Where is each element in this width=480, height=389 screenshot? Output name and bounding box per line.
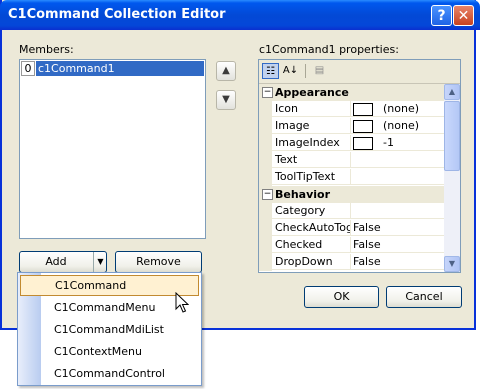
scroll-thumb[interactable]: [444, 101, 460, 171]
property-row[interactable]: Text: [259, 152, 444, 169]
list-item[interactable]: 0 c1Command1: [21, 61, 204, 76]
categorized-icon[interactable]: ☷: [262, 63, 279, 79]
property-name: DropDown: [272, 254, 351, 270]
title-bar[interactable]: C1Command Collection Editor ? ✕: [0, 0, 480, 30]
property-name: Checked: [272, 237, 351, 253]
property-value[interactable]: False: [351, 254, 444, 270]
move-down-icon: ▼: [222, 94, 230, 105]
member-name: c1Command1: [36, 61, 204, 76]
property-row[interactable]: ImageIndex -1: [259, 135, 444, 152]
property-pages-icon[interactable]: ▤: [311, 63, 328, 79]
property-name: Text: [272, 152, 351, 168]
row-gutter: [259, 237, 272, 254]
cursor-icon: [175, 292, 189, 313]
property-name: ToolTipText: [272, 169, 351, 185]
property-row[interactable]: Icon (none): [259, 101, 444, 118]
property-value-text: (none): [383, 119, 420, 132]
menu-item-c1commandmenu[interactable]: C1CommandMenu: [20, 297, 199, 318]
property-value[interactable]: (none): [351, 101, 444, 117]
row-gutter: [259, 203, 272, 220]
move-up-icon: ▲: [222, 65, 230, 76]
image-swatch: [353, 102, 373, 116]
remove-button[interactable]: Remove: [115, 251, 202, 273]
property-row[interactable]: Category: [259, 203, 444, 220]
members-label: Members:: [19, 43, 74, 56]
property-name: CheckAutoToggle: [272, 220, 351, 236]
add-button[interactable]: Add ▼: [19, 251, 107, 273]
property-row[interactable]: DropDown False: [259, 254, 444, 271]
property-value[interactable]: (none): [351, 118, 444, 134]
scroll-down-icon[interactable]: ▼: [444, 256, 460, 272]
property-value-text: False: [353, 238, 381, 251]
property-value[interactable]: [351, 169, 444, 185]
ok-button[interactable]: OK: [304, 286, 379, 308]
property-rows: − Appearance Icon (none) Image (none) ImageInd…: [259, 84, 444, 272]
property-row[interactable]: ToolTipText: [259, 169, 444, 186]
menu-item-c1commandcontrol[interactable]: C1CommandControl: [20, 363, 199, 384]
property-row[interactable]: CheckAutoToggleFalse: [259, 220, 444, 237]
row-gutter: [259, 101, 272, 118]
row-gutter: [259, 118, 272, 135]
category-behavior[interactable]: − Behavior: [259, 186, 444, 203]
property-value[interactable]: [351, 152, 444, 168]
property-value[interactable]: -1: [351, 135, 444, 151]
scroll-up-icon[interactable]: ▲: [444, 84, 460, 100]
menu-item-c1command[interactable]: C1Command: [20, 275, 199, 296]
add-dropdown-menu: C1Command C1CommandMenu C1CommandMdiList…: [17, 272, 202, 386]
member-index: 0: [21, 61, 35, 76]
alphabetical-icon[interactable]: A↓: [282, 63, 299, 79]
row-gutter: [259, 220, 272, 237]
close-icon[interactable]: ✕: [453, 5, 474, 26]
property-name: Category: [272, 203, 351, 219]
row-gutter: [259, 152, 272, 169]
category-title: Appearance: [275, 86, 349, 99]
property-grid[interactable]: ☷ A↓ ▤ − Appearance Icon (none) Image (none) I…: [258, 59, 461, 273]
property-value-text: False: [353, 221, 381, 234]
cancel-button[interactable]: Cancel: [386, 286, 462, 308]
dropdown-arrow-icon[interactable]: ▼: [93, 252, 107, 272]
row-gutter: [259, 169, 272, 186]
add-button-label: Add: [45, 255, 67, 268]
move-down-button[interactable]: ▼: [216, 90, 236, 110]
property-value-text: -1: [383, 136, 394, 149]
property-value-text: False: [353, 255, 381, 268]
menu-item-c1contextmenu[interactable]: C1ContextMenu: [20, 341, 199, 362]
window-title: C1Command Collection Editor: [8, 7, 226, 22]
property-name: ImageIndex: [272, 135, 351, 151]
image-swatch: [353, 136, 373, 150]
property-row[interactable]: Image (none): [259, 118, 444, 135]
toolbar-separator: [305, 64, 306, 78]
property-value[interactable]: False: [351, 220, 444, 236]
properties-label: c1Command1 properties:: [259, 43, 399, 56]
property-row[interactable]: Checked False: [259, 237, 444, 254]
property-name: Icon: [272, 101, 351, 117]
category-title: Behavior: [275, 188, 331, 201]
collapse-icon[interactable]: −: [262, 189, 273, 200]
property-toolbar: ☷ A↓ ▤: [259, 60, 460, 84]
property-value-text: (none): [383, 102, 420, 115]
image-swatch: [353, 119, 373, 133]
menu-item-c1commandmdilist[interactable]: C1CommandMdiList: [20, 319, 199, 340]
members-list[interactable]: 0 c1Command1: [19, 59, 206, 239]
property-name: Image: [272, 118, 351, 134]
help-icon[interactable]: ?: [431, 5, 452, 26]
property-value[interactable]: False: [351, 237, 444, 253]
vertical-scrollbar[interactable]: ▲ ▼: [444, 84, 460, 272]
collapse-icon[interactable]: −: [262, 87, 273, 98]
category-appearance[interactable]: − Appearance: [259, 84, 444, 101]
row-gutter: [259, 254, 272, 271]
property-value[interactable]: [351, 203, 444, 219]
move-up-button[interactable]: ▲: [216, 61, 236, 81]
row-gutter: [259, 135, 272, 152]
